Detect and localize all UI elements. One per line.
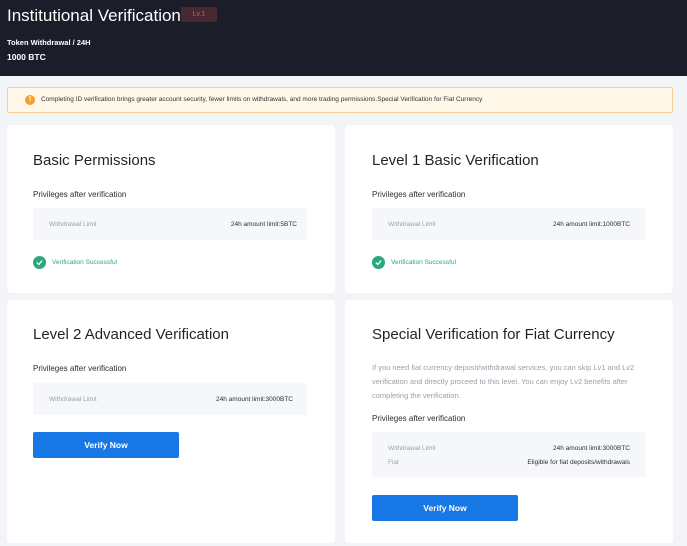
card-title: Level 2 Advanced Verification: [33, 326, 229, 343]
privileges-box: Withdrawal Limit 24h amount limit:3000BT…: [33, 383, 307, 415]
withdrawal-limit-label: Withdrawal Limit: [388, 445, 436, 452]
privileges-box: Withdrawal Limit 24h amount limit:5BTC: [33, 208, 307, 240]
check-circle-icon: [33, 256, 46, 269]
check-circle-icon: [372, 256, 385, 269]
privileges-label: Privileges after verification: [33, 364, 127, 373]
privileges-box: Withdrawal Limit 24h amount limit:3000BT…: [372, 432, 646, 477]
verify-now-button[interactable]: Verify Now: [372, 495, 518, 521]
status-text: Verification Successful: [391, 259, 457, 266]
info-icon: !: [25, 95, 35, 105]
card-fiat-verification: Special Verification for Fiat Currency I…: [345, 300, 673, 543]
notice-banner: ! Completing ID verification brings grea…: [7, 87, 673, 113]
token-withdrawal-label: Token Withdrawal / 24H: [7, 38, 91, 47]
token-withdrawal-value: 1000 BTC: [7, 52, 46, 62]
card-level1-verification: Level 1 Basic Verification Privileges af…: [345, 125, 673, 293]
withdrawal-limit-value: 24h amount limit:3000BTC: [216, 396, 293, 403]
privileges-box: Withdrawal Limit 24h amount limit:1000BT…: [372, 208, 646, 240]
withdrawal-limit-label: Withdrawal Limit: [49, 396, 97, 403]
privileges-label: Privileges after verification: [372, 414, 466, 423]
withdrawal-limit-label: Withdrawal Limit: [49, 221, 97, 228]
page-title: Institutional Verification: [7, 6, 181, 25]
level-badge: Lv.1: [181, 7, 217, 22]
status-text: Verification Successful: [52, 259, 118, 266]
card-basic-permissions: Basic Permissions Privileges after verif…: [7, 125, 335, 293]
card-level2-verification: Level 2 Advanced Verification Privileges…: [7, 300, 335, 543]
verification-status: Verification Successful: [33, 256, 163, 270]
page-header: Institutional Verification Lv.1 Token Wi…: [0, 0, 687, 76]
card-title: Level 1 Basic Verification: [372, 152, 539, 169]
card-title: Basic Permissions: [33, 152, 156, 169]
withdrawal-limit-label: Withdrawal Limit: [388, 221, 436, 228]
card-description: If you need fiat currency deposit/withdr…: [372, 363, 635, 400]
notice-text: Completing ID verification brings greate…: [41, 96, 483, 103]
privileges-label: Privileges after verification: [33, 190, 127, 199]
withdrawal-limit-value: 24h amount limit:5BTC: [230, 221, 297, 228]
verify-now-button[interactable]: Verify Now: [33, 432, 179, 458]
withdrawal-limit-value: 24h amount limit:1000BTC: [553, 221, 630, 228]
verification-status: Verification Successful: [372, 256, 502, 270]
withdrawal-limit-value: 24h amount limit:3000BTC: [553, 445, 630, 452]
card-title: Special Verification for Fiat Currency: [372, 326, 615, 343]
fiat-label: Fiat: [388, 459, 399, 466]
fiat-value: Eligible for fiat deposits/withdrawals: [527, 459, 630, 466]
privileges-label: Privileges after verification: [372, 190, 466, 199]
